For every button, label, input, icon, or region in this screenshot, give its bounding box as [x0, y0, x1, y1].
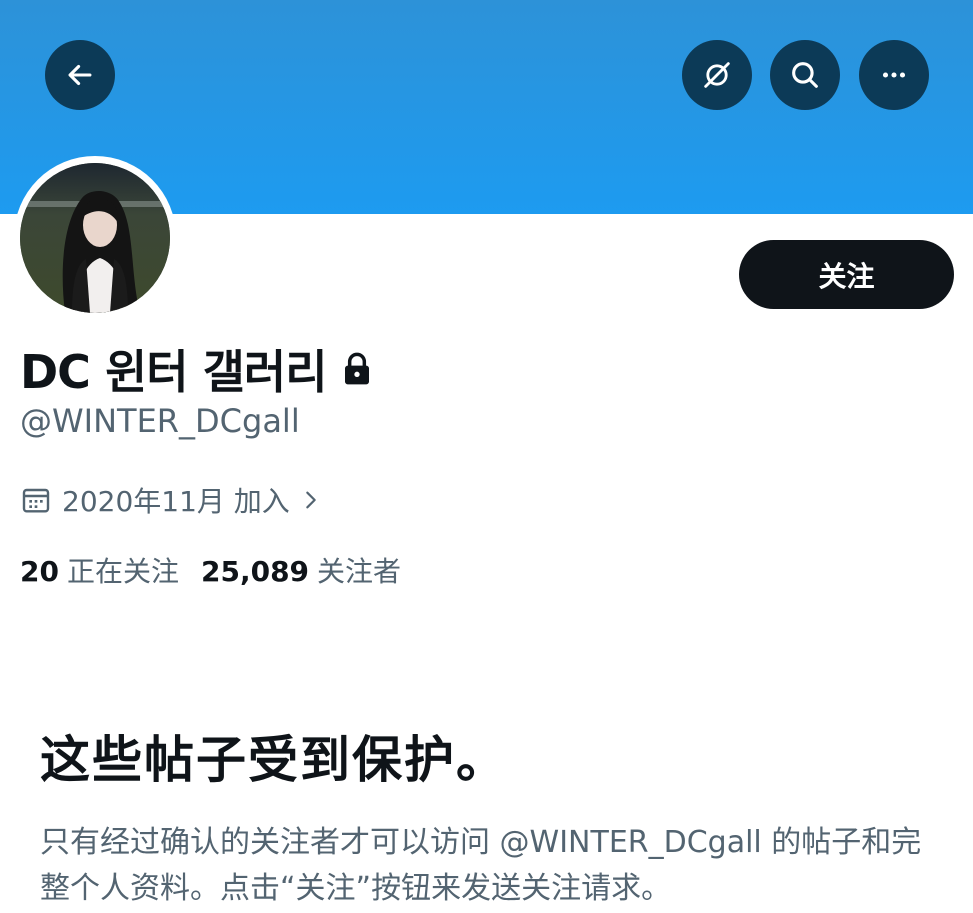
no-follow-button[interactable]	[682, 40, 752, 110]
following-label: 正在关注	[66, 555, 179, 588]
joined-date: 2020年11月 加入	[62, 485, 290, 518]
search-icon	[792, 62, 818, 88]
protected-description: 只有经过确认的关注者才可以访问 @WINTER_DCgall 的帖子和完整个人资…	[40, 825, 922, 906]
display-name: DC 윈터 갤러리	[20, 345, 328, 399]
calendar-icon	[22, 488, 50, 513]
lock-icon	[344, 352, 369, 385]
following-stat[interactable]: 20 正在关注	[20, 550, 179, 590]
joined-date-row[interactable]: 2020年11月 加入	[20, 480, 322, 520]
followers-stat[interactable]: 25,089 关注者	[201, 550, 401, 590]
more-horizontal-icon	[882, 72, 906, 78]
more-options-button[interactable]	[859, 40, 929, 110]
chevron-right-icon	[306, 491, 316, 509]
followers-count: 25,089	[200, 555, 310, 588]
arrow-left-icon	[68, 64, 92, 86]
follow-stats: 20 正在关注 25,089 关注者	[20, 550, 401, 590]
follow-button[interactable]: 关注	[739, 240, 954, 309]
followers-label: 关注者	[317, 555, 402, 588]
protected-title: 这些帖子受到保护。	[40, 731, 508, 789]
avatar[interactable]	[20, 163, 170, 313]
search-button[interactable]	[770, 40, 840, 110]
no-follow-icon	[704, 62, 730, 88]
back-button[interactable]	[45, 40, 115, 110]
display-name-row: DC 윈터 갤러리	[20, 336, 373, 402]
avatar-photo	[20, 163, 170, 313]
following-count: 20	[20, 555, 59, 588]
user-handle: @WINTER_DCgall	[20, 402, 300, 440]
